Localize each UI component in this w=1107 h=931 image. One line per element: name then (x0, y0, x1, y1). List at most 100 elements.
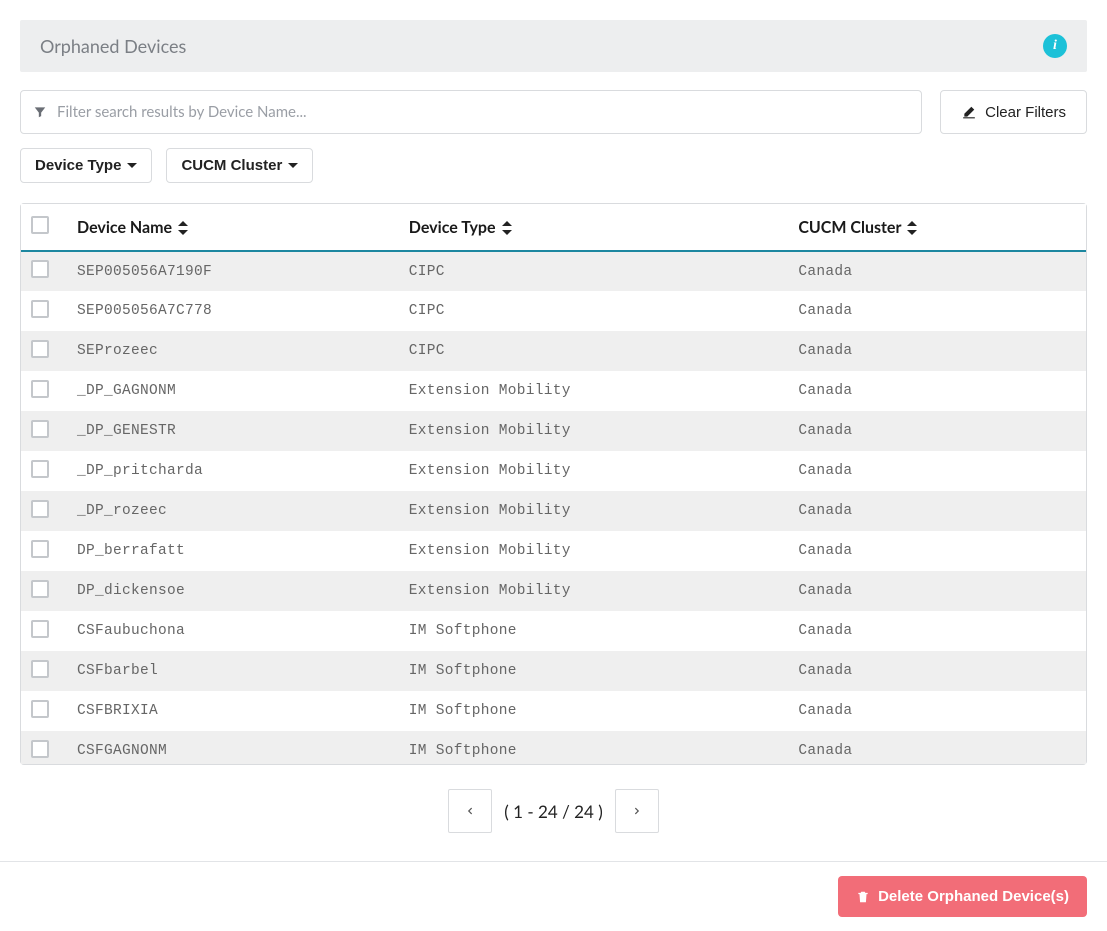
row-checkbox[interactable] (31, 740, 49, 758)
col-cucm-cluster[interactable]: CUCM Cluster (788, 204, 1086, 251)
sort-icon (502, 221, 512, 235)
cell-device-type: CIPC (399, 251, 789, 291)
chevron-right-icon (632, 804, 642, 818)
table-row[interactable]: _DP_GAGNONMExtension MobilityCanada (21, 371, 1086, 411)
cell-device-type: Extension Mobility (399, 371, 789, 411)
cell-device-name: CSFBRIXIA (67, 691, 399, 731)
device-type-dropdown[interactable]: Device Type (20, 148, 152, 183)
search-field-wrapper[interactable] (20, 90, 922, 134)
cucm-cluster-label: CUCM Cluster (181, 157, 282, 174)
cell-cucm-cluster: Canada (788, 491, 1086, 531)
cell-device-name: _DP_GENESTR (67, 411, 399, 451)
cell-cucm-cluster: Canada (788, 691, 1086, 731)
eraser-icon (961, 105, 977, 119)
footer-bar: Delete Orphaned Device(s) (0, 861, 1107, 931)
table-row[interactable]: CSFGAGNONMIM SoftphoneCanada (21, 731, 1086, 764)
select-all-checkbox[interactable] (31, 216, 49, 234)
cell-cucm-cluster: Canada (788, 251, 1086, 291)
cell-device-type: CIPC (399, 291, 789, 331)
cell-device-name: SEP005056A7190F (67, 251, 399, 291)
cell-cucm-cluster: Canada (788, 451, 1086, 491)
row-checkbox[interactable] (31, 500, 49, 518)
cell-device-type: IM Softphone (399, 611, 789, 651)
page-header: Orphaned Devices i (20, 20, 1087, 72)
cell-device-type: IM Softphone (399, 691, 789, 731)
table-row[interactable]: SEProzeecCIPCCanada (21, 331, 1086, 371)
cell-device-type: Extension Mobility (399, 491, 789, 531)
table-row[interactable]: _DP_GENESTRExtension MobilityCanada (21, 411, 1086, 451)
device-type-label: Device Type (35, 157, 121, 174)
row-checkbox[interactable] (31, 420, 49, 438)
cell-cucm-cluster: Canada (788, 371, 1086, 411)
cell-device-name: _DP_rozeec (67, 491, 399, 531)
cell-device-name: _DP_pritcharda (67, 451, 399, 491)
table-row[interactable]: DP_dickensoeExtension MobilityCanada (21, 571, 1086, 611)
filter-bar: Clear Filters (20, 90, 1087, 134)
pagination: ( 1 - 24 / 24 ) (0, 789, 1107, 833)
chevron-left-icon (465, 804, 475, 818)
info-icon[interactable]: i (1043, 34, 1067, 58)
cell-cucm-cluster: Canada (788, 531, 1086, 571)
cell-cucm-cluster: Canada (788, 411, 1086, 451)
row-checkbox[interactable] (31, 620, 49, 638)
cell-device-name: DP_dickensoe (67, 571, 399, 611)
table-row[interactable]: SEP005056A7C778CIPCCanada (21, 291, 1086, 331)
col-device-name[interactable]: Device Name (67, 204, 399, 251)
page-title: Orphaned Devices (40, 35, 186, 57)
page-range-label: ( 1 - 24 / 24 ) (504, 801, 603, 822)
cell-device-type: IM Softphone (399, 731, 789, 764)
cell-device-type: Extension Mobility (399, 531, 789, 571)
devices-table: Device Name Device Type CUCM Cluster SEP… (21, 204, 1086, 764)
cell-device-name: _DP_GAGNONM (67, 371, 399, 411)
cell-device-name: DP_berrafatt (67, 531, 399, 571)
row-checkbox[interactable] (31, 380, 49, 398)
cell-cucm-cluster: Canada (788, 331, 1086, 371)
table-row[interactable]: CSFaubuchonaIM SoftphoneCanada (21, 611, 1086, 651)
sort-icon (907, 221, 917, 235)
delete-orphaned-button[interactable]: Delete Orphaned Device(s) (838, 876, 1087, 917)
row-checkbox[interactable] (31, 660, 49, 678)
next-page-button[interactable] (615, 789, 659, 833)
row-checkbox[interactable] (31, 700, 49, 718)
table-row[interactable]: _DP_rozeecExtension MobilityCanada (21, 491, 1086, 531)
cell-device-type: CIPC (399, 331, 789, 371)
table-row[interactable]: CSFbarbelIM SoftphoneCanada (21, 651, 1086, 691)
row-checkbox[interactable] (31, 340, 49, 358)
results-table-container: Device Name Device Type CUCM Cluster SEP… (20, 203, 1087, 765)
cell-device-name: SEP005056A7C778 (67, 291, 399, 331)
table-scroll-region[interactable]: Device Name Device Type CUCM Cluster SEP… (21, 204, 1086, 764)
cell-cucm-cluster: Canada (788, 731, 1086, 764)
delete-button-label: Delete Orphaned Device(s) (878, 888, 1069, 905)
filter-dropdowns: Device Type CUCM Cluster (20, 148, 1087, 183)
clear-filters-label: Clear Filters (985, 104, 1066, 121)
sort-icon (178, 221, 188, 235)
caret-down-icon (127, 163, 137, 168)
cell-device-type: Extension Mobility (399, 411, 789, 451)
trash-icon (856, 890, 870, 904)
filter-icon (33, 105, 47, 119)
caret-down-icon (288, 163, 298, 168)
cell-cucm-cluster: Canada (788, 651, 1086, 691)
cell-cucm-cluster: Canada (788, 611, 1086, 651)
search-input[interactable] (47, 103, 909, 121)
cell-device-name: CSFbarbel (67, 651, 399, 691)
cucm-cluster-dropdown[interactable]: CUCM Cluster (166, 148, 313, 183)
cell-device-name: SEProzeec (67, 331, 399, 371)
table-row[interactable]: CSFBRIXIAIM SoftphoneCanada (21, 691, 1086, 731)
clear-filters-button[interactable]: Clear Filters (940, 90, 1087, 134)
cell-cucm-cluster: Canada (788, 291, 1086, 331)
cell-device-type: Extension Mobility (399, 571, 789, 611)
cell-cucm-cluster: Canada (788, 571, 1086, 611)
table-row[interactable]: DP_berrafattExtension MobilityCanada (21, 531, 1086, 571)
col-device-type[interactable]: Device Type (399, 204, 789, 251)
table-row[interactable]: _DP_pritchardaExtension MobilityCanada (21, 451, 1086, 491)
row-checkbox[interactable] (31, 300, 49, 318)
cell-device-type: IM Softphone (399, 651, 789, 691)
row-checkbox[interactable] (31, 260, 49, 278)
table-row[interactable]: SEP005056A7190FCIPCCanada (21, 251, 1086, 291)
row-checkbox[interactable] (31, 580, 49, 598)
prev-page-button[interactable] (448, 789, 492, 833)
row-checkbox[interactable] (31, 460, 49, 478)
row-checkbox[interactable] (31, 540, 49, 558)
cell-device-type: Extension Mobility (399, 451, 789, 491)
